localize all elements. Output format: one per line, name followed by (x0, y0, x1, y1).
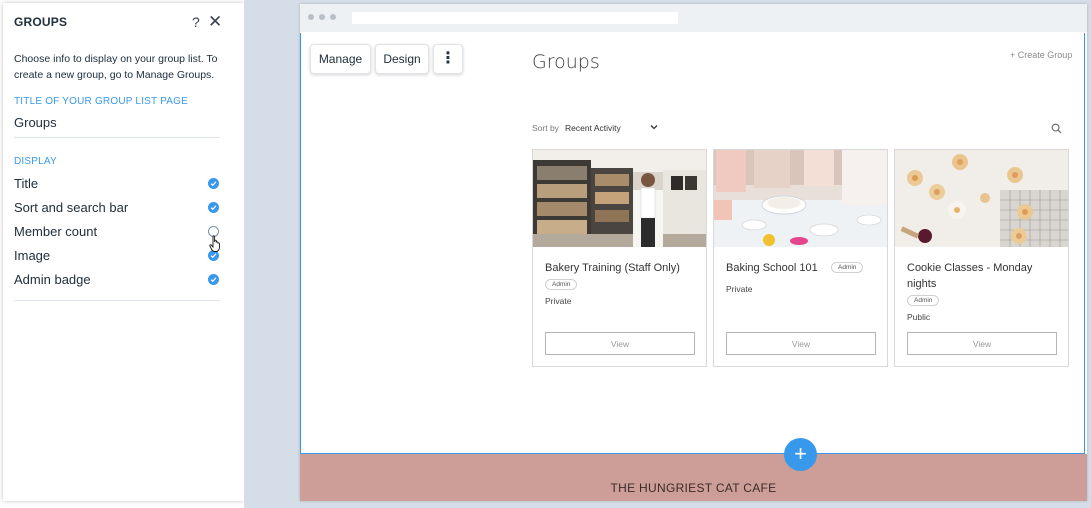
option-label: Admin badge (14, 272, 91, 287)
add-section-button[interactable]: + (784, 438, 817, 471)
group-privacy: Public (907, 312, 931, 322)
manage-button[interactable]: Manage (310, 44, 371, 74)
page-title-section-label: TITLE OF YOUR GROUP LIST PAGE (14, 96, 188, 107)
option-label: Sort and search bar (14, 200, 129, 215)
display-option-title[interactable]: Title (14, 174, 224, 194)
checked-checkbox-icon[interactable] (208, 274, 219, 285)
view-button[interactable]: View (907, 332, 1057, 355)
divider (14, 137, 220, 138)
groups-settings-panel: GROUPS ? ✕ Choose info to display on you… (3, 3, 244, 501)
view-button[interactable]: View (726, 332, 876, 355)
group-image-bakery (533, 150, 706, 247)
admin-badge: Admin (545, 279, 578, 290)
create-group-link[interactable]: + Create Group (1010, 50, 1072, 60)
group-title[interactable]: Cookie Classes - Monday nights (907, 260, 1057, 292)
option-label: Member count (14, 224, 98, 239)
site-name: THE HUNGRIEST CAT CAFE (610, 481, 777, 495)
design-button[interactable]: Design (375, 44, 429, 74)
group-privacy: Private (726, 284, 753, 294)
group-card[interactable]: Bakery Training (Staff Only) Admin Priva… (532, 149, 707, 367)
display-option-admin-badge[interactable]: Admin badge (14, 270, 224, 290)
display-section-label: DISPLAY (14, 156, 57, 167)
browser-chrome (300, 4, 1087, 32)
option-label: Image (14, 248, 51, 263)
page-heading: Groups (532, 51, 600, 73)
panel-description: Choose info to display on your group lis… (14, 53, 218, 81)
hand-cursor-icon (209, 235, 220, 252)
divider (14, 300, 220, 301)
panel-title: GROUPS (14, 15, 68, 29)
site-preview-window: Manage Design ⋮ Groups + Create Group So… (300, 4, 1087, 501)
sort-dropdown[interactable]: Recent Activity (565, 123, 621, 133)
search-icon[interactable] (1051, 123, 1062, 134)
group-card[interactable]: Cookie Classes - Monday nights Admin Pub… (894, 149, 1069, 367)
group-card[interactable]: Baking School 101 Admin Private View (713, 149, 888, 367)
display-option-image[interactable]: Image (14, 246, 224, 266)
group-privacy: Private (545, 296, 572, 306)
checked-checkbox-icon[interactable] (208, 202, 219, 213)
chevron-down-icon[interactable] (649, 122, 659, 132)
group-image-cookie-classes (895, 150, 1068, 247)
url-bar[interactable] (352, 12, 678, 24)
checked-checkbox-icon[interactable] (208, 178, 219, 189)
group-title[interactable]: Bakery Training (Staff Only) (545, 260, 695, 276)
option-label: Title (14, 176, 39, 191)
sort-label: Sort by (532, 123, 559, 133)
group-image-baking-school (714, 150, 887, 247)
window-dot-icon (308, 14, 314, 20)
help-icon[interactable]: ? (192, 14, 200, 30)
page-title-input[interactable]: Groups (14, 115, 57, 130)
admin-badge: Admin (907, 295, 940, 306)
admin-badge: Admin (831, 262, 864, 273)
display-option-sort-search[interactable]: Sort and search bar (14, 198, 224, 218)
display-option-member-count[interactable]: Member count (14, 222, 224, 242)
more-options-icon[interactable]: ⋮ (433, 44, 463, 74)
window-dot-icon (330, 14, 336, 20)
close-icon[interactable]: ✕ (208, 12, 222, 32)
window-dot-icon (319, 14, 325, 20)
view-button[interactable]: View (545, 332, 695, 355)
